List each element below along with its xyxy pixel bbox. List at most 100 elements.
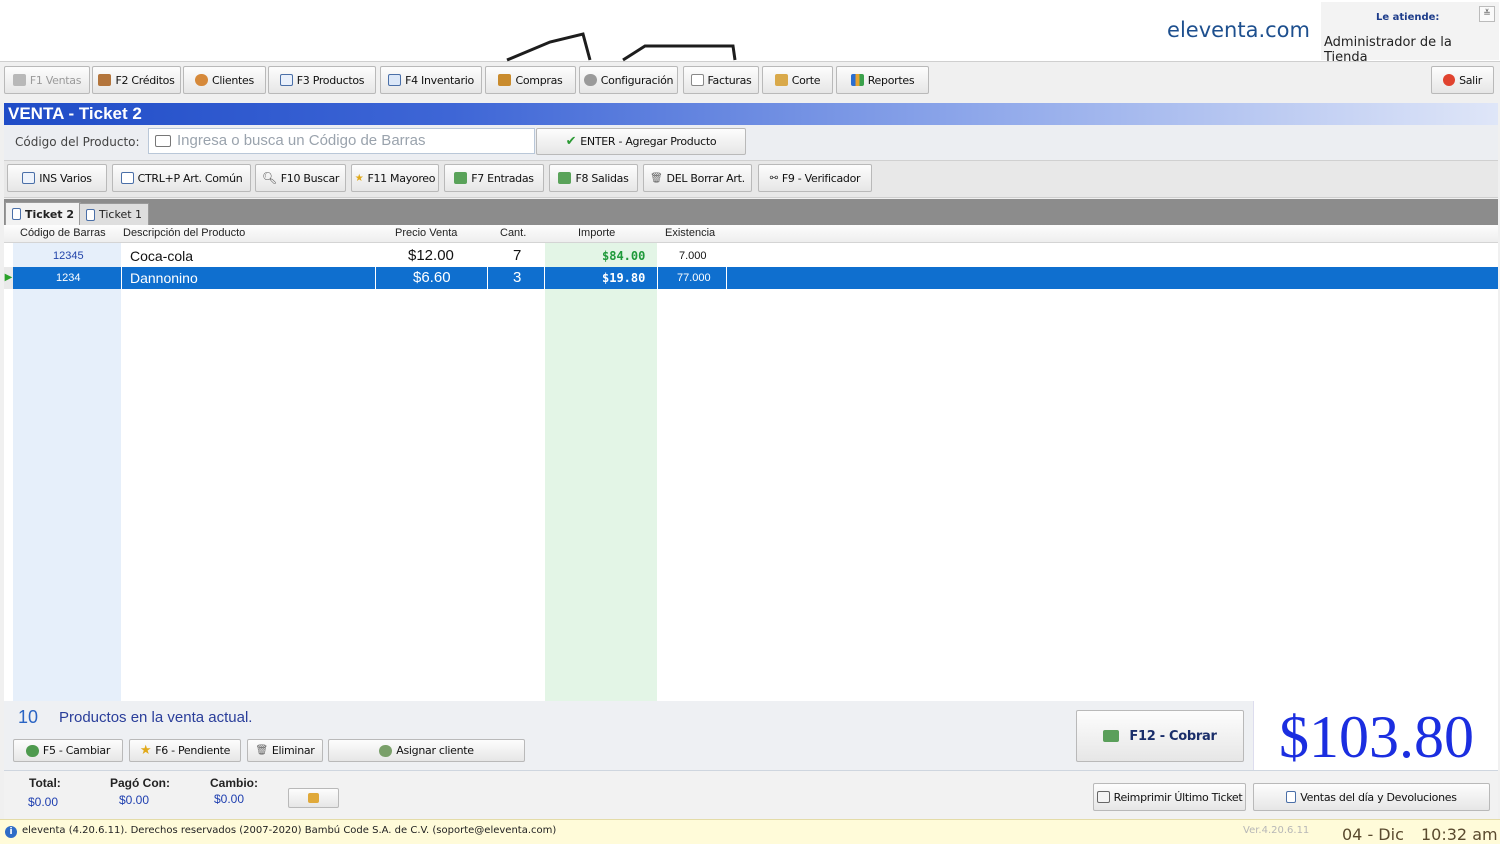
col-stock[interactable]: Existencia (665, 227, 715, 239)
table-row[interactable]: 12345 Coca-cola $12.00 7 $84.00 7.000 (4, 245, 1498, 267)
delete-button[interactable]: 🗑︎ Eliminar (247, 739, 323, 762)
col-qty[interactable]: Cant. (500, 227, 526, 239)
change-value: $0.00 (214, 792, 245, 806)
add-product-button[interactable]: ✔ ENTER - Agregar Producto (536, 128, 746, 155)
sale-title-bar: VENTA - Ticket 2 (4, 103, 1498, 125)
code-column-bg (13, 243, 121, 701)
action-label: DEL Borrar Art. (666, 171, 746, 185)
total-label: Total: (29, 776, 61, 790)
inventory-icon (388, 74, 402, 86)
status-bar: i eleventa (4.20.6.11). Derechos reserva… (0, 819, 1500, 844)
tool-f4-inventario[interactable]: F4 Inventario (380, 66, 482, 94)
col-price[interactable]: Precio Venta (395, 227, 457, 239)
attendant-label: Le atiende: (1376, 12, 1440, 23)
cell-amount: $84.00 (602, 249, 646, 263)
col-barcode[interactable]: Código de Barras (20, 227, 106, 239)
various-icon (22, 172, 36, 184)
cell-code: 1234 (56, 272, 81, 284)
tool-f1-ventas[interactable]: F1 Ventas (4, 66, 90, 94)
payment-footer: Total: $0.00 Pagó Con: $0.00 Cambio: $0.… (4, 770, 1498, 819)
sale-summary: 10 Productos en la venta actual. F5 - Ca… (4, 701, 1498, 770)
star-icon: ★ (139, 743, 152, 758)
search-icon: 🔍︎ (261, 171, 277, 185)
action-buscar[interactable]: 🔍︎ F10 Buscar (255, 164, 346, 192)
tool-label: Clientes (212, 73, 254, 87)
tool-facturas[interactable]: Facturas (683, 66, 759, 94)
tab-ticket-2[interactable]: Ticket 2 (5, 202, 82, 225)
cell-description: Coca-cola (130, 248, 194, 264)
attendant-panel: Le atiende: Administrador de la Tienda ≚ (1321, 2, 1499, 65)
change-label: Cambio: (210, 776, 258, 790)
products-icon (279, 74, 293, 86)
action-ins-varios[interactable]: INS Varios (7, 164, 107, 192)
day-sales-button[interactable]: Ventas del día y Devoluciones (1253, 783, 1490, 811)
ticket-tabs: Ticket 2 Ticket 1 (4, 199, 1498, 225)
change-button[interactable]: F5 - Cambiar (13, 739, 123, 762)
cell-divider (375, 267, 376, 289)
action-borrar[interactable]: 🗑︎ DEL Borrar Art. (643, 164, 752, 192)
tool-corte[interactable]: Corte (762, 66, 833, 94)
assign-client-button[interactable]: Asignar cliente (328, 739, 525, 762)
delete-label: Eliminar (271, 744, 315, 757)
keyboard-icon (155, 135, 171, 147)
tool-f3-productos[interactable]: F3 Productos (268, 66, 376, 94)
col-amount[interactable]: Importe (578, 227, 615, 239)
attendant-name: Administrador de la Tienda (1324, 35, 1452, 65)
cell-price: $12.00 (408, 247, 454, 264)
version-text: Ver.4.20.6.11 (1243, 825, 1310, 836)
total-display: $103.80 (1253, 701, 1498, 770)
check-icon: ✔ (565, 134, 577, 149)
document-icon (12, 208, 21, 220)
action-label: F10 Buscar (280, 171, 340, 185)
tool-reportes[interactable]: Reportes (836, 66, 929, 94)
cell-price: $6.60 (413, 269, 451, 286)
assign-client-label: Asignar cliente (396, 744, 474, 757)
document-icon (1286, 791, 1297, 803)
chart-icon (850, 74, 864, 86)
action-mayoreo[interactable]: ★ F11 Mayoreo (351, 164, 439, 192)
tool-clientes[interactable]: Clientes (183, 66, 266, 94)
gear-icon (583, 74, 597, 86)
tool-label: F1 Ventas (29, 73, 82, 87)
action-verificador[interactable]: ⚯ F9 - Verificador (758, 164, 872, 192)
product-code-input[interactable]: Ingresa o busca un Código de Barras (148, 128, 535, 154)
tab-ticket-1[interactable]: Ticket 1 (79, 203, 150, 225)
product-code-label: Código del Producto: (15, 135, 140, 149)
cell-amount: $19.80 (602, 271, 646, 285)
action-label: F11 Mayoreo (367, 171, 436, 185)
action-salidas[interactable]: F8 Salidas (549, 164, 638, 192)
open-drawer-button[interactable] (288, 788, 339, 808)
exit-button[interactable]: Salir (1431, 66, 1494, 94)
action-entradas[interactable]: F7 Entradas (444, 164, 544, 192)
tool-configuracion[interactable]: Configuración (579, 66, 678, 94)
pending-button[interactable]: ★ F6 - Pendiente (129, 739, 241, 762)
action-label: INS Varios (39, 171, 92, 185)
cell-description: Dannonino (130, 270, 198, 286)
sale-title: VENTA - Ticket 2 (8, 104, 142, 123)
charge-button[interactable]: F12 - Cobrar (1076, 710, 1244, 762)
change-icon (25, 744, 39, 757)
tool-f2-creditos[interactable]: F2 Créditos (92, 66, 181, 94)
product-code-row: Código del Producto: Ingresa o busca un … (4, 125, 1498, 160)
collapse-icon[interactable]: ≚ (1479, 6, 1495, 22)
tool-compras[interactable]: Compras (485, 66, 576, 94)
app-header: eleventa.com Le atiende: Administrador d… (0, 0, 1500, 65)
tab-label: Ticket 2 (25, 207, 75, 221)
day-sales-label: Ventas del día y Devoluciones (1300, 790, 1457, 804)
cart-icon (12, 74, 26, 86)
change-label: F5 - Cambiar (42, 744, 111, 757)
reprint-button[interactable]: Reimprimir Último Ticket (1093, 783, 1246, 811)
cell-divider (487, 267, 488, 289)
binoculars-icon: ⚯ (769, 172, 778, 184)
paid-label: Pagó Con: (110, 776, 170, 790)
sale-items-grid[interactable]: Código de Barras Descripción del Product… (4, 225, 1498, 701)
action-art-comun[interactable]: CTRL+P Art. Común (112, 164, 251, 192)
col-description[interactable]: Descripción del Producto (123, 227, 245, 239)
tool-label: Facturas (707, 73, 752, 87)
status-text: eleventa (4.20.6.11). Derechos reservado… (22, 825, 557, 836)
cell-divider (726, 267, 727, 289)
cell-divider (544, 267, 545, 289)
tab-label: Ticket 1 (99, 208, 143, 221)
action-label: CTRL+P Art. Común (137, 171, 243, 185)
table-row-selected[interactable]: ▶ 1234 Dannonino $6.60 3 $19.80 77.000 (4, 267, 1498, 289)
